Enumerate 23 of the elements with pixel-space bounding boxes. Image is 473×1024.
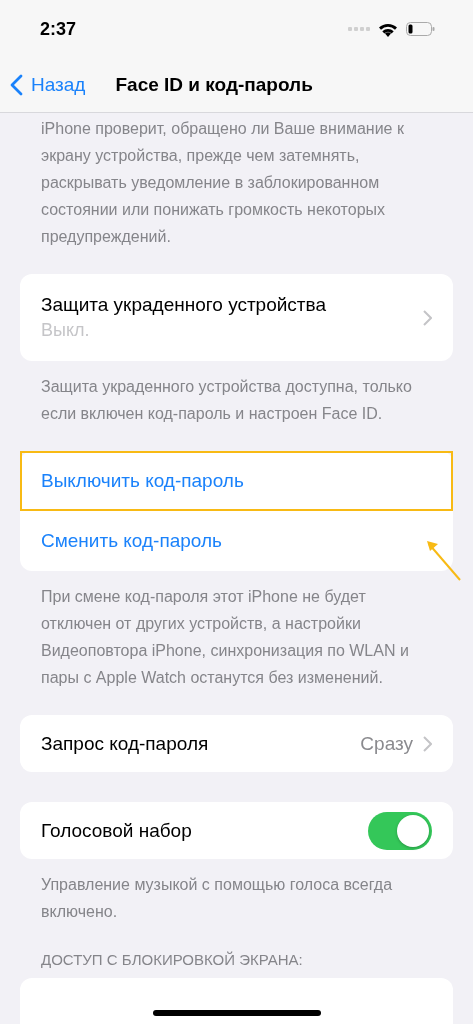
chevron-icon — [423, 309, 432, 326]
setting-label[interactable]: Защита украденного устройства — [41, 294, 423, 316]
back-button[interactable]: Назад — [10, 74, 86, 96]
setting-status: Выкл. — [41, 320, 91, 341]
wifi-icon — [378, 21, 398, 37]
setting-value: Сразу — [360, 732, 413, 755]
footnote-text: iPhone проверит, обращено ли Ваше внимание к экрану устройства, прежде чем затемнять, раскрывать уведомление в заблокированном состоянии или понижать громкость некоторых предупреждений. — [40, 119, 405, 247]
back-chevron-icon — [10, 74, 23, 96]
page-title: Face ID и код-пароль — [115, 74, 313, 96]
action-link[interactable]: Выключить код-пароль — [41, 470, 244, 492]
action-link[interactable]: Сменить код-пароль — [41, 530, 222, 552]
signal-icon — [348, 27, 370, 31]
footnote-text: Управление музыкой с помощью голоса всегда включено. — [40, 875, 394, 922]
toggle-switch[interactable] — [368, 811, 432, 850]
setting-label: Голосовой набор — [41, 819, 193, 842]
pointer-arrow — [426, 540, 462, 582]
setting-label[interactable]: Запрос код-пароля — [41, 732, 361, 755]
chevron-icon — [423, 735, 432, 752]
footnote-text: Защита украденного устройства доступна, только если включен код-пароль и настроен Face ID. — [40, 377, 413, 424]
battery-icon — [406, 22, 435, 36]
section-header: ДОСТУП С БЛОКИРОВКОЙ ЭКРАНА: — [40, 951, 304, 968]
status-time: 2:37 — [40, 18, 77, 40]
footnote-text: При смене код-пароля этот iPhone не будет отключен от других устройств, а настройки Видеоповтора iPhone, синхронизация по WLAN и пары с Apple Watch останутся без изменений. — [40, 587, 410, 688]
